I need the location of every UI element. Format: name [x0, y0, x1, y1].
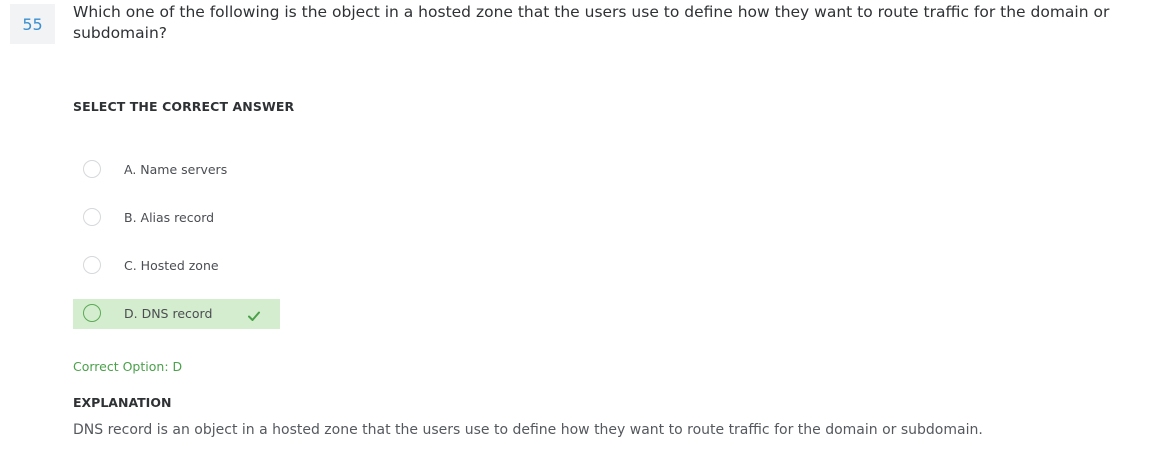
radio-icon[interactable] — [83, 304, 101, 322]
option-c[interactable]: C. Hosted zone — [73, 251, 280, 281]
radio-icon[interactable] — [83, 160, 101, 178]
option-a[interactable]: A. Name servers — [73, 155, 280, 185]
option-d[interactable]: D. DNS record — [73, 299, 280, 329]
explanation-title: EXPLANATION — [73, 395, 172, 410]
question-number: 55 — [10, 4, 55, 44]
question-text: Which one of the following is the object… — [73, 3, 1110, 42]
radio-icon[interactable] — [83, 208, 101, 226]
correct-option-text: Correct Option: D — [73, 359, 183, 374]
option-label: D. DNS record — [124, 306, 213, 321]
option-label: B. Alias record — [124, 210, 215, 225]
option-b[interactable]: B. Alias record — [73, 203, 280, 233]
select-answer-heading: SELECT THE CORRECT ANSWER — [73, 99, 295, 114]
radio-icon[interactable] — [83, 256, 101, 274]
checkmark-icon — [248, 311, 260, 321]
option-label: C. Hosted zone — [124, 258, 219, 273]
explanation-text: DNS record is an object in a hosted zone… — [73, 422, 983, 438]
option-label: A. Name servers — [124, 162, 228, 177]
